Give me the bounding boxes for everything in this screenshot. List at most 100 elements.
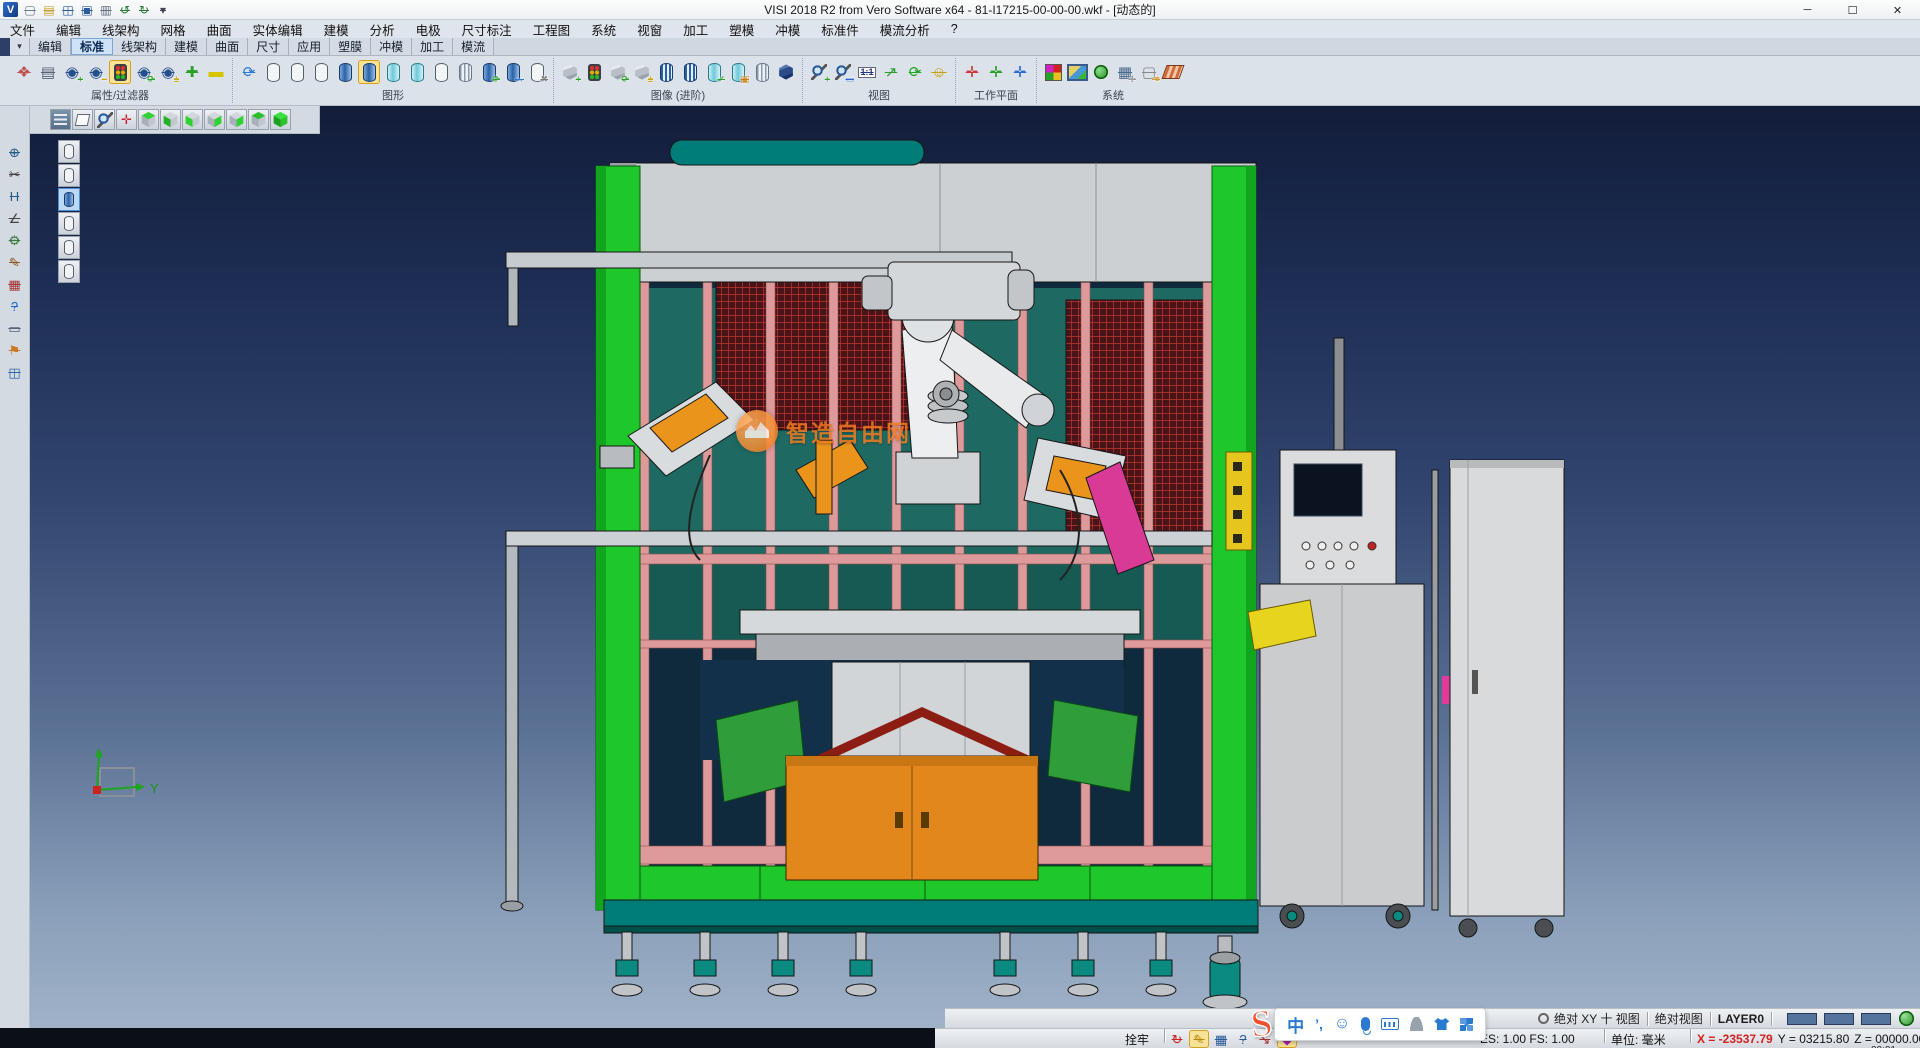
display-settings-icon[interactable]	[1066, 60, 1088, 84]
shaded-edges-style-icon[interactable]	[358, 60, 380, 84]
menu-mesh[interactable]: 网格	[161, 20, 186, 39]
zoom-window-icon[interactable]: ▭	[832, 60, 854, 84]
shading-settings-icon[interactable]: ✖	[526, 60, 548, 84]
plane-view-icon[interactable]	[72, 109, 93, 130]
tab-flow[interactable]: 模流	[453, 38, 494, 55]
zoom-select-icon[interactable]: ⊕	[2, 142, 28, 162]
menu-electrode[interactable]: 电极	[416, 20, 441, 39]
redo-icon[interactable]: ↻	[136, 2, 152, 18]
table-settings-icon[interactable]: ▦✚	[1114, 60, 1136, 84]
show-entities-icon[interactable]: ◉+	[61, 60, 83, 84]
workplane-align-icon[interactable]: ✛	[985, 60, 1007, 84]
refresh-visibility-icon[interactable]: ◉⟳	[133, 60, 155, 84]
menu-file[interactable]: 文件	[10, 20, 35, 39]
zoom-1-1-icon[interactable]: 1:1	[856, 60, 878, 84]
print-icon[interactable]: ▥	[98, 2, 114, 18]
hidden-line-style-icon[interactable]	[286, 60, 308, 84]
hide-entities-icon[interactable]: ◉−	[85, 60, 107, 84]
viewport-3d[interactable]: Y 智造自由网	[30, 106, 1920, 1028]
tab-application[interactable]: 应用	[289, 38, 330, 55]
toggle-visibility-icon[interactable]: ◉±	[157, 60, 179, 84]
display-mode-2-icon[interactable]	[58, 164, 80, 187]
redraw-view-icon[interactable]: ⟳	[904, 60, 926, 84]
add-image-icon[interactable]: +	[559, 60, 581, 84]
image-wire-icon[interactable]	[751, 60, 773, 84]
dashed-hidden-style-icon[interactable]	[310, 60, 332, 84]
tab-caret-icon[interactable]: ▾	[10, 38, 30, 55]
menu-surface[interactable]: 曲面	[207, 20, 232, 39]
tab-standard[interactable]: 标准	[71, 38, 113, 55]
workplane-xyz-icon[interactable]: ✛	[961, 60, 983, 84]
menu-analysis[interactable]: 分析	[370, 20, 395, 39]
validate-image-icon[interactable]: ✔	[703, 60, 725, 84]
system-settings-icon[interactable]	[1090, 60, 1112, 84]
help-icon[interactable]: ?	[1233, 1030, 1253, 1048]
menu-mould[interactable]: 塑模	[729, 20, 754, 39]
new-file-icon[interactable]: ▢	[22, 2, 38, 18]
refresh-image-icon[interactable]: ⟳	[607, 60, 629, 84]
globe-icon[interactable]	[1899, 1011, 1914, 1026]
display-mode-4-icon[interactable]	[58, 212, 80, 235]
zoom-in-icon[interactable]: +	[808, 60, 830, 84]
hide-all-icon[interactable]: ▬	[205, 60, 227, 84]
virtual-keyboard-icon[interactable]	[1381, 1018, 1399, 1030]
menu-burger-icon[interactable]	[50, 109, 71, 130]
menu-flow-analysis[interactable]: 模流分析	[880, 20, 930, 39]
rotate-gear-icon[interactable]: ⚙	[2, 230, 28, 250]
image-traffic-light-icon[interactable]	[583, 60, 605, 84]
minimize-button[interactable]: ─	[1785, 0, 1830, 20]
view-label[interactable]: 绝对视图	[1655, 1010, 1703, 1027]
snap-grid-icon[interactable]: ▦	[1211, 1030, 1231, 1048]
layer-box-1[interactable]	[1787, 1013, 1817, 1025]
refresh-red-icon[interactable]: ↻	[1167, 1030, 1187, 1048]
pan-view-icon[interactable]: ↗	[880, 60, 902, 84]
mesh-style-icon[interactable]	[454, 60, 476, 84]
display-mode-1-icon[interactable]	[58, 140, 80, 163]
refresh-graphics-icon[interactable]: ⟳	[238, 60, 260, 84]
ime-skin-icon[interactable]	[1434, 1018, 1449, 1030]
dimension-icon[interactable]: H	[2, 186, 28, 206]
menu-progress[interactable]: 冲模	[775, 20, 800, 39]
layer-box-3[interactable]	[1861, 1013, 1891, 1025]
workplane-label[interactable]: 绝对 XY 十 视图	[1554, 1010, 1640, 1027]
menu-window[interactable]: 视窗	[637, 20, 662, 39]
page-visibility-icon[interactable]: ▤	[37, 60, 59, 84]
menu-system[interactable]: 系统	[591, 20, 616, 39]
cube-bottom-view-icon[interactable]	[160, 109, 181, 130]
cube-left-view-icon[interactable]	[182, 109, 203, 130]
trim-icon[interactable]: ✂	[2, 164, 28, 184]
color-table-icon[interactable]	[1042, 60, 1064, 84]
image-box-icon[interactable]: ▣	[727, 60, 749, 84]
cube-right-view-icon[interactable]	[204, 109, 225, 130]
tab-machining[interactable]: 加工	[412, 38, 453, 55]
tab-mould[interactable]: 塑膜	[330, 38, 371, 55]
menu-dimension[interactable]: 尺寸标注	[462, 20, 512, 39]
menu-standard-parts[interactable]: 标准件	[821, 20, 859, 39]
display-mode-3-icon[interactable]	[58, 188, 80, 211]
query-icon[interactable]: ?	[2, 296, 28, 316]
tab-edit[interactable]: 编辑	[30, 38, 71, 55]
cube-iso-view-icon[interactable]	[270, 109, 291, 130]
filter-traffic-light-icon[interactable]	[109, 60, 131, 84]
edit-pencil-icon[interactable]: ✎	[2, 252, 28, 272]
menu-solid-edit[interactable]: 实体编辑	[253, 20, 303, 39]
menu-edit[interactable]: 编辑	[56, 20, 81, 39]
tab-surface[interactable]: 曲面	[207, 38, 248, 55]
selection-hand-icon[interactable]: ▢☚	[1138, 60, 1160, 84]
display-mode-6-icon[interactable]	[58, 260, 80, 283]
menu-machining[interactable]: 加工	[683, 20, 708, 39]
section-style2-icon[interactable]	[679, 60, 701, 84]
ghost-style-icon[interactable]	[406, 60, 428, 84]
show-all-icon[interactable]: ✚	[181, 60, 203, 84]
angle-measure-icon[interactable]: ∠	[2, 208, 28, 228]
attribute-palette-icon[interactable]: ❖	[13, 60, 35, 84]
menu-drawing[interactable]: 工程图	[533, 20, 571, 39]
maximize-button[interactable]: ☐	[1830, 0, 1875, 20]
layer-box-2[interactable]	[1824, 1013, 1854, 1025]
cube-top-view-icon[interactable]	[138, 109, 159, 130]
measure-box-icon[interactable]: ▭	[2, 318, 28, 338]
menu-help[interactable]: ?	[951, 22, 958, 36]
outline-style-icon[interactable]	[430, 60, 452, 84]
solid-view-icon[interactable]	[775, 60, 797, 84]
menu-modeling[interactable]: 建模	[324, 20, 349, 39]
